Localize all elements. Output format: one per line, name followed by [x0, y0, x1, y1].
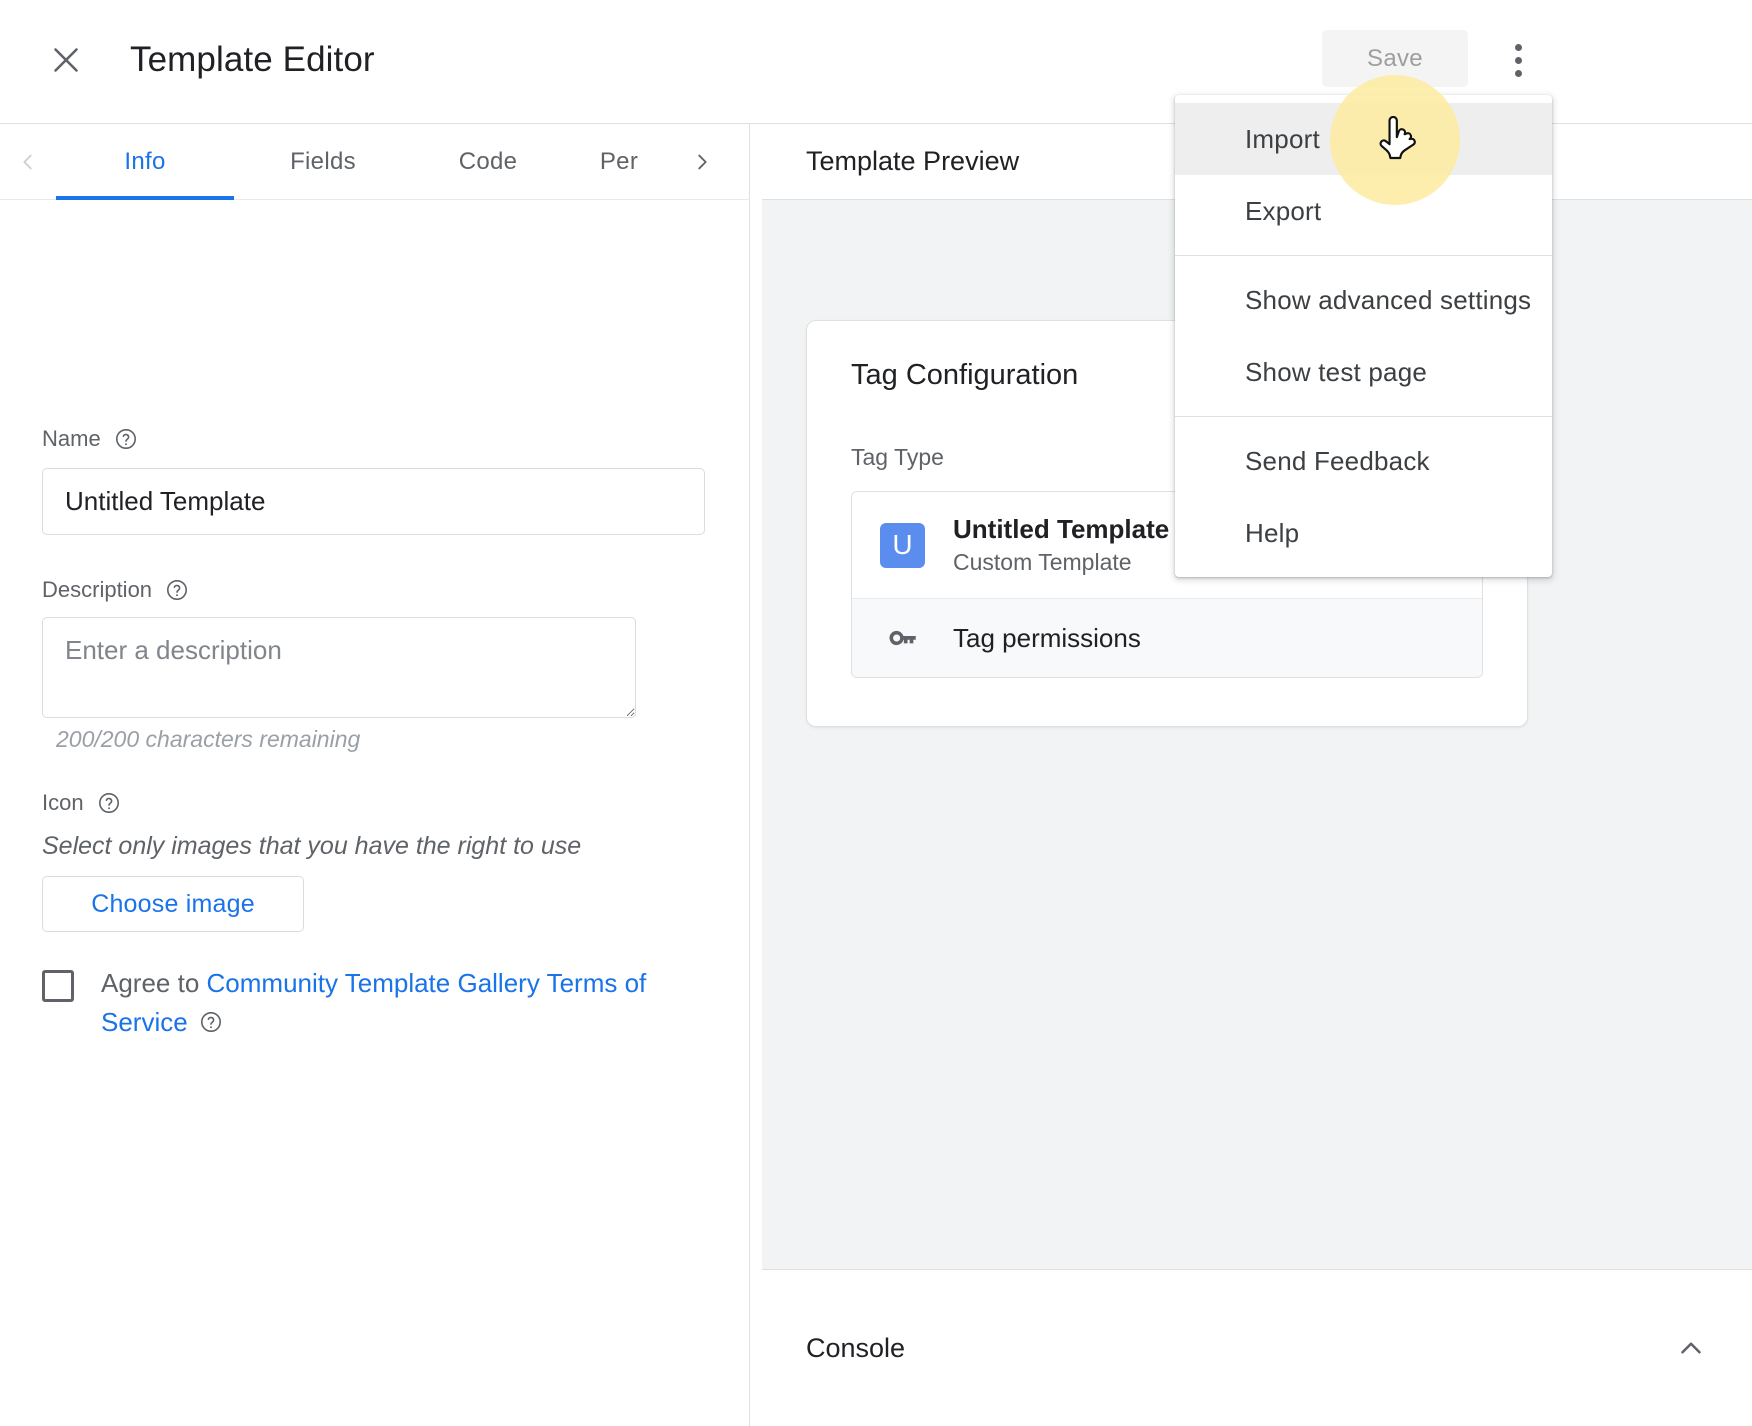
menu-item-send-feedback[interactable]: Send Feedback	[1175, 425, 1552, 497]
tab-info[interactable]: Info	[56, 124, 234, 200]
tab-permissions[interactable]: Per	[564, 124, 674, 200]
character-counter: 200/200 characters remaining	[56, 726, 361, 752]
kebab-dot	[1514, 43, 1522, 51]
preview-title: Template Preview	[806, 146, 1020, 176]
menu-item-export[interactable]: Export	[1175, 175, 1552, 247]
name-field-label: Name	[42, 426, 138, 452]
chevron-up-icon[interactable]	[1674, 1331, 1708, 1365]
help-circle-icon[interactable]	[114, 427, 138, 451]
icon-label-text: Icon	[42, 790, 84, 815]
more-vert-icon[interactable]	[1498, 32, 1538, 88]
kebab-dot	[1514, 69, 1522, 77]
help-circle-icon[interactable]	[199, 1010, 223, 1034]
description-field-label: Description	[42, 577, 189, 603]
overflow-menu: Import Export Show advanced settings Sho…	[1175, 95, 1552, 577]
icon-usage-hint: Select only images that you have the rig…	[42, 832, 582, 860]
agree-prefix-text: Agree to	[101, 968, 207, 998]
tag-permissions-label: Tag permissions	[953, 622, 1141, 653]
agree-terms-checkbox[interactable]	[42, 970, 74, 1002]
key-icon	[880, 621, 925, 655]
agree-terms-text: Agree to Community Template Gallery Term…	[101, 964, 657, 1042]
tag-avatar: U	[880, 522, 925, 568]
description-label-text: Description	[42, 577, 153, 602]
tab-code[interactable]: Code	[412, 124, 564, 200]
help-circle-icon[interactable]	[165, 578, 189, 602]
description-input[interactable]	[42, 617, 636, 718]
tag-type-name: Untitled Template	[953, 514, 1170, 544]
tag-type-subtitle: Custom Template	[953, 549, 1132, 575]
console-title: Console	[806, 1332, 906, 1363]
icon-field-label: Icon	[42, 790, 121, 816]
tag-permissions-row[interactable]: Tag permissions	[852, 598, 1482, 677]
menu-item-help[interactable]: Help	[1175, 497, 1552, 569]
help-circle-icon[interactable]	[97, 791, 121, 815]
name-label-text: Name	[42, 426, 101, 451]
menu-item-show-test-page[interactable]: Show test page	[1175, 336, 1552, 408]
choose-image-button[interactable]: Choose image	[42, 876, 304, 932]
close-icon[interactable]	[40, 34, 92, 86]
tag-type-texts: Untitled Template Custom Template	[953, 512, 1169, 578]
kebab-dot	[1514, 56, 1522, 64]
tab-bar: Info Fields Code Per	[0, 124, 750, 200]
save-button[interactable]: Save	[1322, 30, 1468, 87]
menu-divider	[1175, 255, 1552, 256]
console-bar[interactable]: Console	[762, 1269, 1752, 1426]
chevron-right-icon[interactable]	[674, 124, 730, 200]
page-title: Template Editor	[130, 40, 375, 79]
editor-left-panel: Info Fields Code Per Name Untitled Templ…	[0, 124, 750, 1426]
template-editor-window: Template Editor Save Info Fields Code Pe…	[0, 0, 1752, 1426]
menu-item-show-advanced-settings[interactable]: Show advanced settings	[1175, 264, 1552, 336]
terms-agreement-row: Agree to Community Template Gallery Term…	[42, 964, 682, 1042]
name-input[interactable]	[42, 468, 705, 535]
menu-item-import[interactable]: Import	[1175, 103, 1552, 175]
menu-divider	[1175, 416, 1552, 417]
tab-fields[interactable]: Fields	[234, 124, 412, 200]
chevron-left-icon[interactable]	[0, 124, 56, 200]
